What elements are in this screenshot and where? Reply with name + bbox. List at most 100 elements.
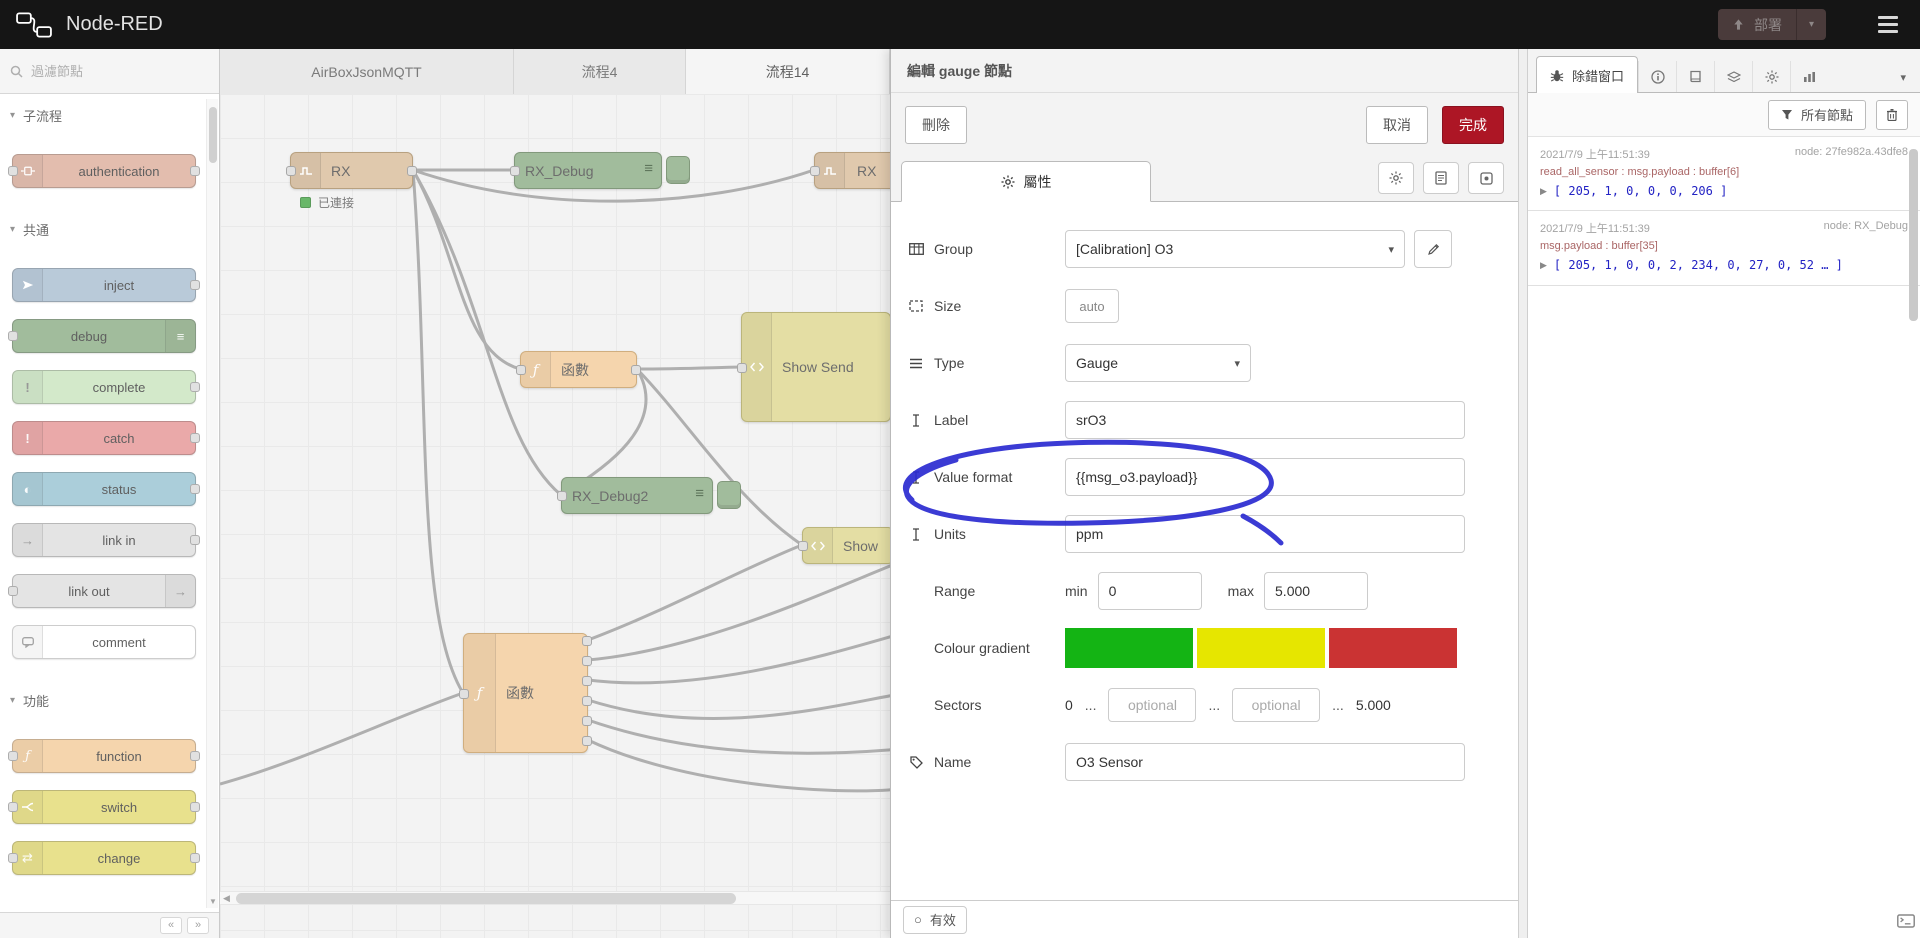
node-function2[interactable]: ƒ 函數 [459,633,592,753]
name-input[interactable] [1065,743,1465,781]
node-rx-debug[interactable]: RX_Debug ≡ [510,152,662,189]
delete-button[interactable]: 刪除 [905,105,967,144]
palette-category-function[interactable]: ▾ 功能 [0,689,219,711]
node-enabled-toggle[interactable]: ○ 有效 [903,905,967,934]
palette-node-change[interactable]: ⇄ change [8,841,200,875]
sidebar-resize-handle[interactable] [1518,49,1528,938]
gradient-colour-red[interactable] [1329,628,1457,668]
palette-node-function[interactable]: ƒ function [8,739,200,773]
input-port[interactable] [798,541,808,551]
palette-node-link-out[interactable]: → link out [8,574,196,608]
chart-bars-icon [1804,71,1816,82]
palette-scrollbar[interactable]: ▼ [206,99,218,908]
group-select[interactable]: [Calibration] O3 ▾ [1065,230,1405,268]
input-port[interactable] [286,166,296,176]
field-sectors: Sectors 0 ... ... ... 5.000 [907,686,1502,724]
sector1-input[interactable] [1108,688,1197,722]
done-button[interactable]: 完成 [1442,105,1504,144]
tab-properties[interactable]: 屬性 [901,161,1151,202]
palette-node-debug[interactable]: ≡ debug [8,319,196,353]
node-rx-debug2[interactable]: RX_Debug2 ≡ [557,477,713,514]
node-show-send[interactable]: Show Send [737,312,891,422]
tab-context[interactable] [1714,61,1752,92]
tab-node-settings[interactable] [1378,162,1414,194]
edit-group-button[interactable] [1414,230,1452,268]
input-port[interactable] [516,365,526,375]
input-port[interactable] [557,491,567,501]
text-cursor-icon [907,527,925,541]
input-port[interactable] [459,689,469,699]
expand-categories-button[interactable]: » [187,917,209,934]
tab-appearance[interactable] [1468,162,1504,194]
flow-tab-flow14[interactable]: 流程14 [686,49,890,94]
deploy-options-caret-icon[interactable]: ▾ [1796,9,1826,40]
complete-icon: ! [13,371,43,403]
debug-clear-button[interactable] [1876,99,1908,130]
flow-tab-airboxjsonmqtt[interactable]: AirBoxJsonMQTT [220,49,514,94]
debug-enable-toggle[interactable] [666,156,690,184]
output-port-1[interactable] [582,636,592,646]
sidebar-tabs-dropdown-icon[interactable]: ▾ [1900,71,1912,92]
funnel-icon [1781,109,1792,119]
palette-node-status[interactable]: ◐ status [12,472,200,506]
node-status-connected: 已連接 [300,194,354,211]
tab-help[interactable] [1676,61,1714,92]
tab-debug[interactable]: 除錯窗口 [1536,56,1639,93]
scroll-down-arrow-icon[interactable]: ▼ [207,897,219,906]
input-port[interactable] [510,166,520,176]
palette-node-link-in[interactable]: → link in [12,523,200,557]
output-port-6[interactable] [582,736,592,746]
input-port[interactable] [737,363,747,373]
range-min-input[interactable] [1097,572,1202,610]
expand-payload-icon[interactable]: ▶ [1540,257,1547,271]
document-icon [1435,171,1447,185]
expand-payload-icon[interactable]: ▶ [1540,183,1547,197]
deploy-button[interactable]: 部署 ▾ [1718,9,1826,40]
palette-category-common[interactable]: ▾ 共通 [0,218,219,240]
value-format-input[interactable] [1065,458,1465,496]
palette-category-subflows[interactable]: ▾ 子流程 [0,104,219,126]
debug-toolbar: 所有節點 [1528,93,1920,137]
sector2-input[interactable] [1232,688,1321,722]
output-port-5[interactable] [582,716,592,726]
tab-info[interactable] [1638,61,1676,92]
output-port[interactable] [407,166,417,176]
range-max-input[interactable] [1264,572,1369,610]
palette-node-complete[interactable]: ! complete [12,370,200,404]
type-select[interactable]: Gauge ▾ [1065,344,1251,382]
message-payload: [ 205, 1, 0, 0, 0, 206 ] [1553,184,1728,198]
label-input[interactable] [1065,401,1465,439]
app-title: Node-RED [66,13,163,35]
collapse-categories-button[interactable]: « [160,917,182,934]
node-rx[interactable]: RX [286,152,417,189]
tab-dashboard[interactable] [1790,61,1828,92]
palette-node-authentication[interactable]: authentication [8,154,200,188]
tab-description[interactable] [1423,162,1459,194]
palette-node-catch[interactable]: ! catch [12,421,200,455]
debug-scrollbar[interactable] [1909,149,1918,321]
gradient-colour-yellow[interactable] [1197,628,1325,668]
node-function1[interactable]: ƒ 函數 [516,351,641,388]
flow-tab-flow4[interactable]: 流程4 [514,49,686,94]
palette-node-switch[interactable]: switch [8,790,200,824]
size-auto-button[interactable]: auto [1065,289,1119,323]
debug-enable-toggle[interactable] [717,481,741,509]
units-input[interactable] [1065,515,1465,553]
palette-node-inject[interactable]: inject [12,268,200,302]
output-port-3[interactable] [582,676,592,686]
output-port-2[interactable] [582,656,592,666]
palette-node-comment[interactable]: comment [12,625,196,659]
output-port[interactable] [631,365,641,375]
gradient-colour-green[interactable] [1065,628,1193,668]
cancel-button[interactable]: 取消 [1366,105,1428,144]
palette-search-input[interactable] [31,63,181,79]
node-show2[interactable]: Show [798,527,894,564]
input-port[interactable] [810,166,820,176]
main-menu-icon[interactable] [1878,16,1898,33]
palette-section-function: ▾ 功能 ƒ function switch ⇄ change [0,689,219,875]
debug-filter-button[interactable]: 所有節點 [1767,99,1866,130]
scroll-left-arrow-icon[interactable]: ◀ [223,893,230,904]
output-port-4[interactable] [582,696,592,706]
tab-config[interactable] [1752,61,1790,92]
console-icon[interactable] [1897,914,1915,933]
